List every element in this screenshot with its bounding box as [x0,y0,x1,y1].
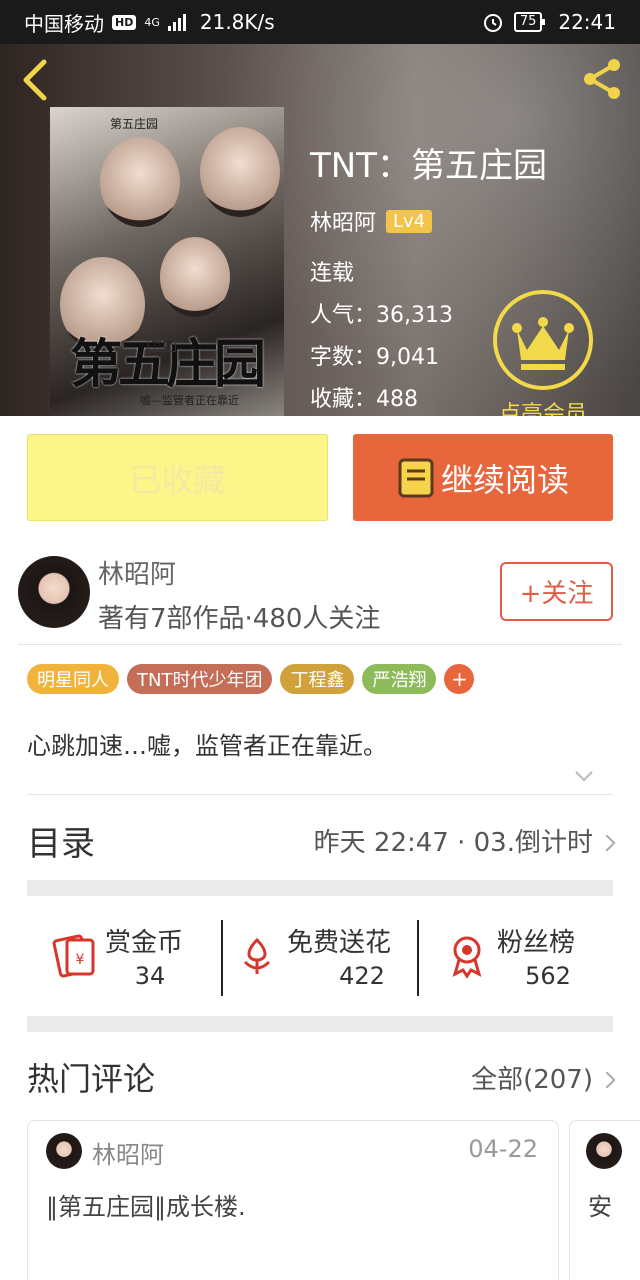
network-label: 4G [144,15,160,29]
book-author-row: 林昭阿 Lv4 [310,205,547,237]
add-tag-button[interactable]: + [444,664,475,694]
catalog-row[interactable]: 目录 昨天 22:47 · 03.倒计时 [27,812,616,868]
reward-coins-button[interactable]: ¥ 赏金币 34 [27,912,222,1002]
hot-comments-title: 热门评论 [27,1060,156,1098]
flower-icon [243,937,271,974]
book-header: 第五庄园 第五庄园 TNT 嘘—监管者正在靠近 TNT：第五庄园 林昭阿 Lv4… [0,44,640,416]
book-description: 心跳加速…嘘，监管者正在靠近。 [27,732,387,760]
comment-card[interactable]: 林昭阿 04-22 ‖第五庄园‖成长楼. [27,1120,559,1280]
chevron-down-icon[interactable] [574,766,594,786]
cover-top-text: 第五庄园 [110,117,159,131]
stat-value: 422 [339,962,385,990]
cover-figure [100,137,180,227]
all-comments-link[interactable]: 全部(207) [471,1059,616,1096]
follow-button[interactable]: +关注 [500,562,613,621]
svg-text:¥: ¥ [76,952,85,968]
stat-label: 粉丝榜 [497,928,576,958]
section-separator [27,880,613,896]
stats-row: ¥ 赏金币 34 免费送花 422 粉丝榜 562 [27,912,613,1002]
chevron-right-icon [598,1071,616,1089]
book-author[interactable]: 林昭阿 [310,205,376,237]
tag-list: 明星同人 TNT时代少年团 丁程鑫 严浩翔 + [27,664,475,694]
hot-comments-header: 热门评论 全部(207) [27,1052,616,1102]
cover-figure [200,127,280,217]
vip-label: 点亮会员 [498,402,587,416]
favorited-button[interactable]: 已收藏 [27,434,328,521]
tag-item[interactable]: TNT时代少年团 [127,664,273,694]
tag-item[interactable]: 明星同人 [27,664,119,694]
chevron-left-icon[interactable] [16,56,56,104]
avatar[interactable] [46,1133,82,1169]
fan-ranking-button[interactable]: 粉丝榜 562 [419,912,614,1002]
comment-card[interactable]: 安 [569,1120,640,1280]
catalog-title: 目录 [27,823,95,864]
network-speed: 21.8K/s [199,10,275,34]
comment-text: 安 [588,1193,612,1221]
author-name[interactable]: 林昭阿 [98,554,176,591]
battery-icon: 75 [513,12,545,32]
author-card: 林昭阿 著有7部作品·480人关注 +关注 [18,552,622,642]
book-icon [398,458,434,497]
cover-figure [160,237,230,317]
red-envelope-icon: ¥ [52,934,95,978]
hd-icon: HD [112,14,137,30]
status-bar: 中国移动 HD 4G 21.8K/s 75 22:41 [0,0,640,44]
comment-user[interactable]: 林昭阿 [92,1135,164,1170]
cover-title: 第五庄园 [70,334,266,395]
author-stats: 著有7部作品·480人关注 [98,604,381,634]
comment-text: ‖第五庄园‖成长楼. [46,1193,246,1221]
cover-badge: TNT [148,339,176,352]
avatar[interactable] [586,1133,622,1169]
action-buttons: 已收藏 继续阅读 [27,434,613,521]
send-flower-button[interactable]: 免费送花 422 [223,912,418,1002]
tag-item[interactable]: 丁程鑫 [280,664,355,694]
crown-icon [512,317,574,370]
stat-value: 34 [134,962,166,990]
author-avatar[interactable] [18,556,90,628]
level-badge: Lv4 [386,209,433,233]
clock: 22:41 [558,10,616,34]
alarm-icon [483,14,502,32]
stat-label: 赏金币 [105,928,184,958]
all-comments-label: 全部(207) [471,1064,593,1095]
divider [27,794,613,795]
stat-label: 免费送花 [287,928,392,958]
cover-subtitle: 嘘—监管者正在靠近 [140,394,239,407]
continue-reading-label: 继续阅读 [440,460,569,499]
vip-button[interactable]: 点亮会员 [488,290,598,416]
book-title: TNT：第五庄园 [310,146,547,186]
book-status: 连载 [310,261,355,286]
signal-icon [167,13,186,31]
divider [18,644,622,645]
latest-chapter-label: 昨天 22:47 · 03.倒计时 [313,827,593,858]
vip-ring [493,290,593,390]
medal-icon [452,936,482,979]
chevron-right-icon [598,834,616,852]
section-separator [27,1016,613,1032]
carrier-label: 中国移动 [24,11,104,36]
share-icon[interactable] [580,56,626,102]
comment-date: 04-22 [468,1135,538,1163]
tag-item[interactable]: 严浩翔 [362,664,437,694]
latest-chapter: 昨天 22:47 · 03.倒计时 [313,822,616,859]
stat-value: 562 [525,962,571,990]
continue-reading-button[interactable]: 继续阅读 [353,434,613,521]
book-cover[interactable]: 第五庄园 第五庄园 TNT 嘘—监管者正在靠近 [50,107,284,416]
